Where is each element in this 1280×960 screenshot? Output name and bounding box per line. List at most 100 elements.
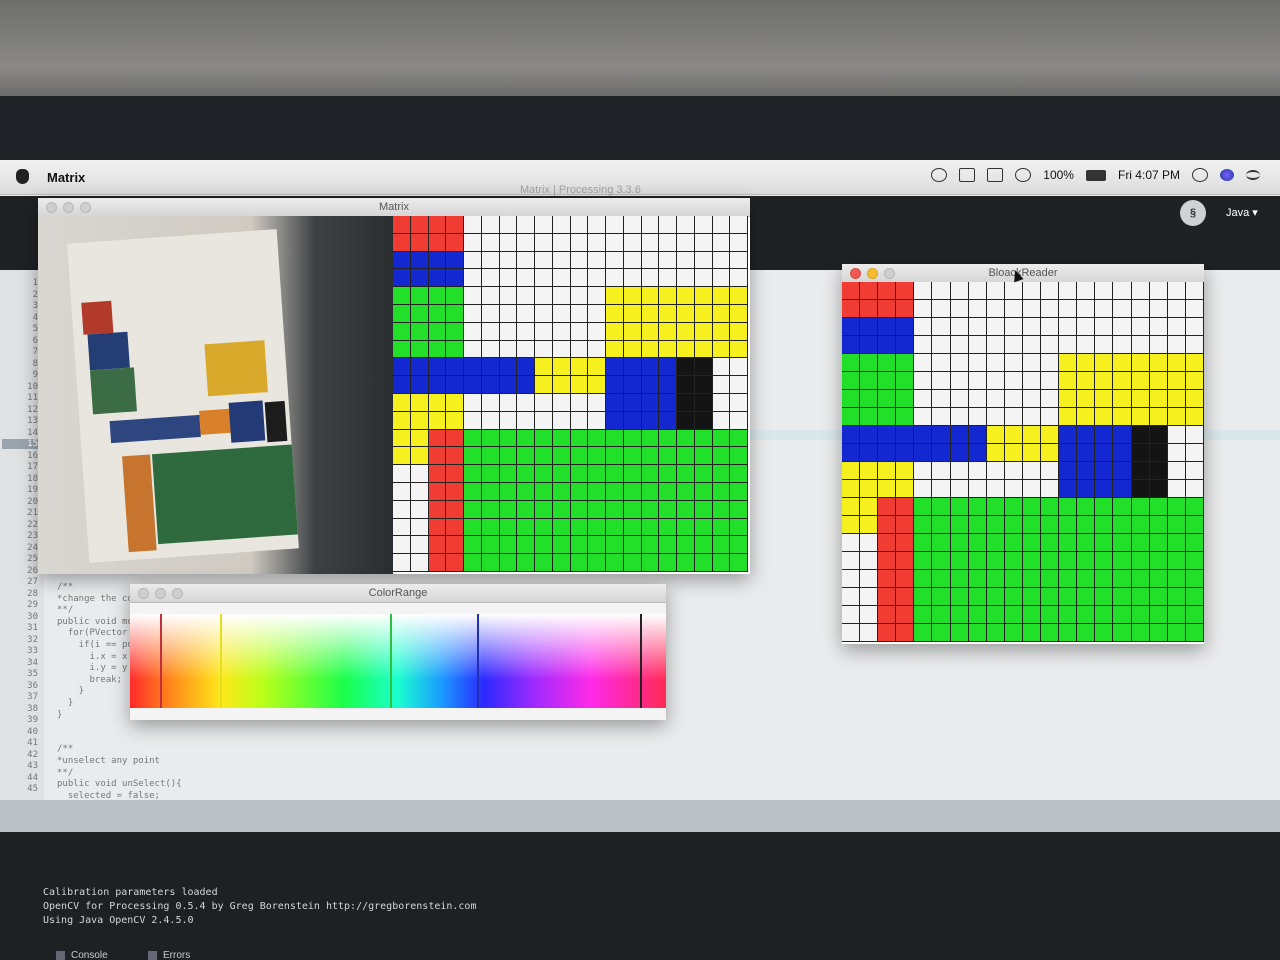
mode-selector[interactable]: Java ▾ [1226,206,1258,219]
tab-errors[interactable]: Errors [148,950,190,960]
grid-cell [914,300,933,318]
blue-brick [109,414,201,444]
grid-cell [393,233,411,252]
grid-cell [1059,534,1078,552]
grid-cell [1167,498,1186,516]
grid-cell [588,554,606,572]
grid-cell [712,429,731,448]
grid-cell [1167,354,1186,372]
grid-cell [641,216,660,234]
grid-cell [1185,462,1204,480]
yellow-range-marker[interactable] [220,614,222,708]
grid-cell [1022,300,1042,318]
battery-icon[interactable] [1085,169,1106,181]
grid-cell [914,624,933,642]
grid-cell [730,447,748,466]
blue-range-marker[interactable] [477,614,479,708]
grid-cell [914,480,933,498]
grid-cell [1004,318,1023,336]
grid-cell [1095,552,1114,570]
tab-console[interactable]: Console [56,950,108,960]
grid-cell [860,318,879,336]
grid-cell [446,216,464,234]
grid-cell [1185,444,1204,462]
grid-cell [932,462,951,480]
grid-cell [393,269,411,288]
grid-cell [446,429,464,448]
airplay-icon[interactable] [987,168,1004,182]
colorrange-titlebar[interactable]: ColorRange [130,584,666,603]
line-number: 30 [27,611,38,622]
grid-cell [842,462,861,480]
blockreader-window[interactable]: BloackReader [842,264,1204,644]
debug-icon[interactable]: § [1180,200,1206,226]
grid-cell [842,426,861,444]
grid-cell [464,518,482,537]
grid-cell [860,336,879,354]
grid-cell [1149,426,1168,444]
grid-cell [1167,570,1186,588]
grid-cell [517,393,535,412]
grid-cell [393,251,411,270]
black-range-marker[interactable] [640,614,642,708]
grid-cell [860,282,879,300]
matrix-window[interactable]: Matrix [38,198,750,574]
red-range-marker[interactable] [160,614,162,708]
clock[interactable]: Fri 4:07 PM [1118,168,1180,182]
grid-cell [1059,336,1078,354]
grid-cell [677,393,695,412]
grid-cell [730,216,748,234]
apple-icon[interactable] [16,169,29,184]
grid-cell [1149,408,1168,426]
grid-cell [570,269,589,288]
colorrange-window[interactable]: ColorRange [130,584,666,720]
grid-cell [1095,516,1114,534]
grid-cell [464,322,482,341]
detected-grid[interactable] [393,216,748,572]
grid-cell [1185,516,1204,534]
hue-spectrum[interactable] [130,614,666,708]
green-range-marker[interactable] [390,614,392,708]
grid-cell [878,426,897,444]
grid-cell [1113,336,1132,354]
grid-cell [1131,588,1150,606]
siri-icon[interactable] [1220,169,1234,181]
grid-cell [914,588,933,606]
grid-cell [499,304,518,323]
grid-cell [712,518,731,537]
grid-cell [1004,624,1023,642]
grid-cell [842,534,861,552]
matrix-titlebar[interactable]: Matrix [38,198,750,217]
block-grid[interactable] [842,282,1204,642]
camera-feed[interactable] [38,216,393,574]
grid-cell [694,429,713,448]
grid-cell [1004,516,1023,534]
grid-cell [860,624,879,642]
list-icon[interactable] [1246,170,1260,180]
line-number: 32 [27,634,38,645]
blockreader-titlebar[interactable]: BloackReader [842,264,1204,283]
glasses-icon[interactable] [959,168,976,182]
grid-cell [1004,372,1023,390]
search-icon[interactable] [1192,168,1208,182]
creative-cloud-icon[interactable] [931,168,948,182]
grid-cell [464,500,482,519]
grid-cell [464,482,482,501]
battery-percent[interactable]: 100% [1043,168,1074,182]
grid-cell [552,465,571,483]
wifi-icon[interactable] [1015,168,1032,182]
app-menu-name[interactable]: Matrix [47,170,85,185]
line-number: 16 [27,450,38,461]
grid-cell [950,624,969,642]
grid-cell [896,336,915,354]
grid-cell [1041,552,1060,570]
grid-cell [1059,390,1078,408]
grid-cell [623,393,642,412]
grid-cell [623,554,642,572]
grid-cell [1041,390,1060,408]
grid-cell [481,251,500,270]
grid-cell [1022,318,1042,336]
grid-cell [428,429,447,448]
grid-cell [481,500,500,519]
grid-cell [896,624,915,642]
